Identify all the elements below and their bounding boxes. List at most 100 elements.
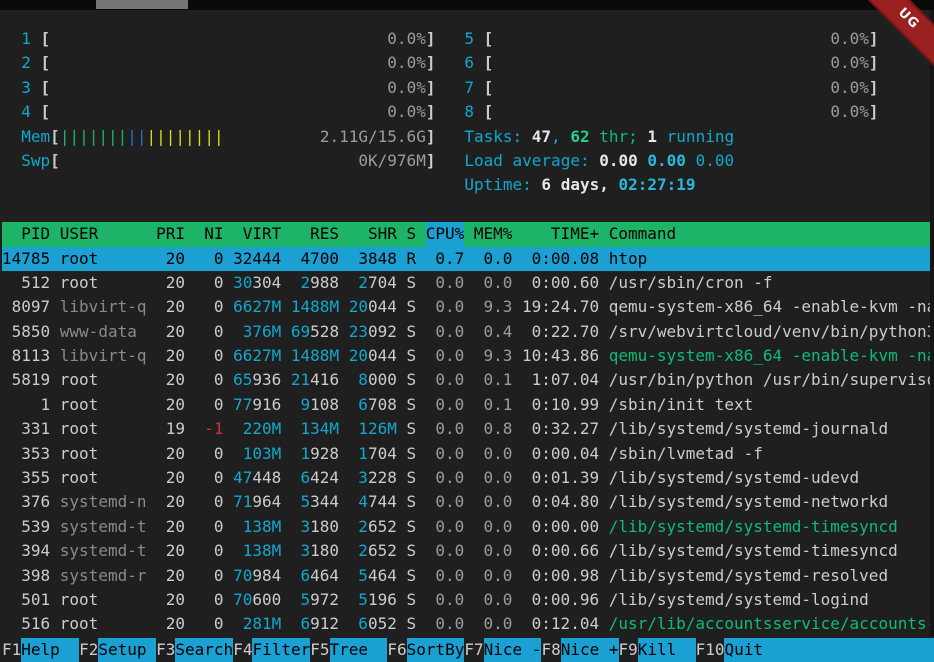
tasks-summary: Tasks: 47, 62 thr; 1 running (464, 125, 734, 149)
horizontal-scrollbar[interactable] (0, 0, 934, 10)
col-command: qemu-system-x86_64 -enable-kvm -na (609, 344, 930, 368)
col-command: /sbin/lvmetad -f (609, 442, 930, 466)
value-high-part: 65 (233, 370, 252, 389)
process-row-353[interactable]: 353root200103M19281704S0.00.00:00.04/sbi… (2, 442, 930, 466)
col-virt: 138M (233, 539, 281, 563)
col-res: 3180 (291, 539, 339, 563)
column-gap (435, 51, 464, 75)
col-time: 0:00.66 (522, 539, 599, 563)
meter-line: 1 [0.0%]5 [0.0%] (2, 27, 930, 51)
meter-col-right: Load average: 0.00 0.00 0.00 (464, 149, 930, 173)
value-high-part: 47 (233, 468, 252, 487)
fkey-f5-tree[interactable]: F5Tree (310, 638, 387, 662)
process-row-376[interactable]: 376systemd-n2007196453444744S0.00.00:04.… (2, 490, 930, 514)
process-row-5850[interactable]: 5850www-data200376M6952823092S0.00.40:22… (2, 320, 930, 344)
process-row-539[interactable]: 539systemd-t200138M31802652S0.00.00:00.0… (2, 515, 930, 539)
process-row-355[interactable]: 355root2004744864243228S0.00.00:01.39/li… (2, 466, 930, 490)
process-row-394[interactable]: 394systemd-t200138M31802652S0.00.00:00.6… (2, 539, 930, 563)
header-col-command[interactable]: Command (609, 222, 930, 246)
process-row-5819[interactable]: 5819root20065936214168000S0.00.11:07.04/… (2, 368, 930, 392)
col-shr: 3848 (349, 247, 397, 271)
col-cpu-percent: 0.0 (426, 442, 465, 466)
cpu-meter-7-value: 0.0% (830, 76, 869, 100)
header-col-cpu%[interactable]: CPU% (426, 222, 465, 246)
process-row-8113[interactable]: 8113libvirt-q2006627M1488M20044S0.09.310… (2, 344, 930, 368)
process-row-501[interactable]: 501root2007060059725196S0.00.00:00.96/li… (2, 588, 930, 612)
header-col-shr[interactable]: SHR (349, 222, 397, 246)
value-high-part: 21 (291, 370, 310, 389)
value-high-part: 8 (358, 370, 368, 389)
fkey-number: F10 (696, 638, 725, 662)
process-row-516[interactable]: 516root200281M69126052S0.00.00:12.04/usr… (2, 612, 930, 636)
scrollbar-thumb[interactable] (96, 0, 188, 9)
process-row-512[interactable]: 512root2003030429882704S0.00.00:00.60/us… (2, 271, 930, 295)
col-command: /usr/sbin/cron -f (609, 271, 930, 295)
value-high-part: 4 (358, 492, 368, 511)
header-col-s[interactable]: S (406, 222, 416, 246)
col-virt: 47448 (233, 466, 281, 490)
header-col-virt[interactable]: VIRT (233, 222, 281, 246)
header-col-res[interactable]: RES (291, 222, 339, 246)
fkey-f8-nice+[interactable]: F8Nice + (541, 638, 618, 662)
fkey-f3-search[interactable]: F3Search (156, 638, 233, 662)
fkey-f6-sortby[interactable]: F6SortBy (387, 638, 464, 662)
header-col-time+[interactable]: TIME+ (522, 222, 599, 246)
fkey-f1-help[interactable]: F1Help (2, 638, 79, 662)
col-pid: 539 (2, 515, 50, 539)
col-state: S (406, 442, 416, 466)
bracket-open: [ (484, 76, 494, 100)
col-pri: 20 (156, 344, 185, 368)
header-col-mem%[interactable]: MEM% (474, 222, 513, 246)
header-col-pid[interactable]: PID (2, 222, 50, 246)
process-row-331[interactable]: 331root19-1220M134M126MS0.00.80:32.27/li… (2, 417, 930, 441)
col-res: 134M (291, 417, 339, 441)
col-cpu-percent: 0.0 (426, 490, 465, 514)
memory-meter-value: 2.11G/15.6G (320, 125, 426, 149)
bracket-close: ] (869, 51, 879, 75)
meter-line (2, 198, 930, 222)
col-virt: 30304 (233, 271, 281, 295)
col-pid: 8113 (2, 344, 50, 368)
col-time: 10:43.86 (522, 344, 599, 368)
cpu-meter-2-bar: 0.0% (50, 51, 426, 75)
col-mem-percent: 0.0 (474, 271, 513, 295)
process-row-8097[interactable]: 8097libvirt-q2006627M1488M20044S0.09.319… (2, 295, 930, 319)
col-state: S (406, 564, 416, 588)
process-row-1[interactable]: 1root2007791691086708S0.00.10:10.99/sbin… (2, 393, 930, 417)
col-cpu-percent: 0.0 (426, 320, 465, 344)
col-command: htop (609, 247, 930, 271)
space (638, 149, 648, 173)
col-shr: 2652 (349, 515, 397, 539)
col-res: 6464 (291, 564, 339, 588)
col-pri: 20 (156, 515, 185, 539)
process-table-header: PID USER PRI NI VIRT RES SHR S CPU% MEM% TIME+ Comm… (2, 222, 930, 246)
header-col-ni[interactable]: NI (195, 222, 224, 246)
process-row-14785[interactable]: 14785root2003244447003848R0.70.00:00.08h… (2, 247, 930, 271)
uptime-label: Uptime: (464, 173, 541, 197)
header-col-user[interactable]: USER (60, 222, 147, 246)
fkey-f10-quit[interactable]: F10Quit (696, 638, 934, 662)
col-pid: 353 (2, 442, 50, 466)
load-1min: 0.00 (599, 149, 638, 173)
header-col-pri[interactable]: PRI (156, 222, 185, 246)
value-high-part: 376M (243, 322, 282, 341)
fkey-label: Kill (638, 638, 696, 662)
col-pri: 20 (156, 490, 185, 514)
value-high-part: 3 (358, 468, 368, 487)
fkey-f4-filter[interactable]: F4Filter (233, 638, 310, 662)
col-pid: 8097 (2, 295, 50, 319)
running-count: 1 (647, 125, 657, 149)
fkey-f7-nice-[interactable]: F7Nice - (464, 638, 541, 662)
fkey-f2-setup[interactable]: F2Setup (79, 638, 156, 662)
col-command: /lib/systemd/systemd-udevd (609, 466, 930, 490)
cpu-meter-6-value: 0.0% (830, 51, 869, 75)
fkey-number: F9 (619, 638, 638, 662)
value-high-part: 126M (358, 419, 397, 438)
fkey-number: F6 (387, 638, 406, 662)
col-pri: 20 (156, 564, 185, 588)
fkey-label: Nice + (561, 638, 619, 662)
fkey-f9-kill[interactable]: F9Kill (619, 638, 696, 662)
threads-count: 62 (570, 125, 589, 149)
value-high-part: 5 (358, 590, 368, 609)
process-row-398[interactable]: 398systemd-r2007098464645464S0.00.00:00.… (2, 564, 930, 588)
